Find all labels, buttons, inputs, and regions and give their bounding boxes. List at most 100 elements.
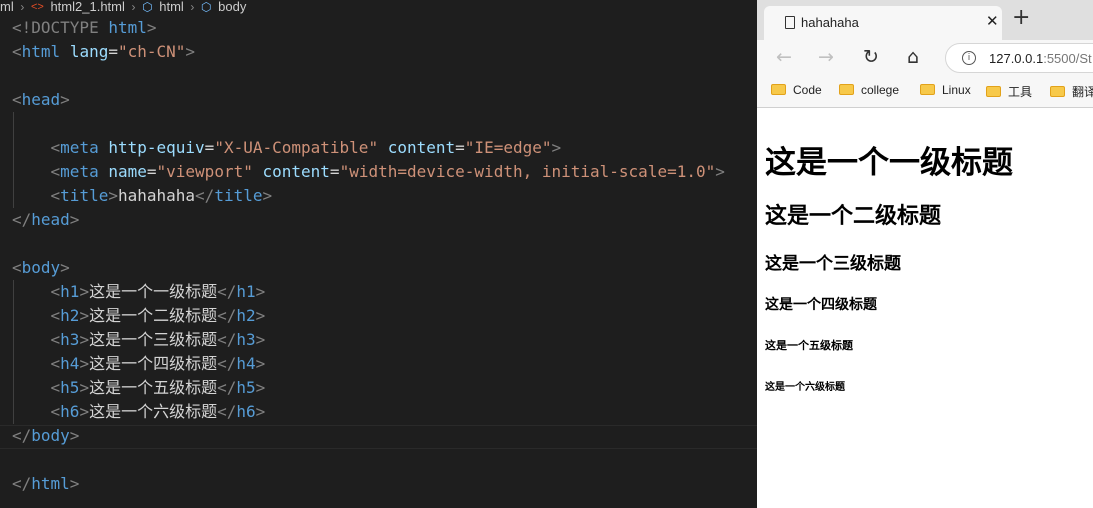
code-token: < [12,90,22,109]
code-token: h2 [236,306,256,325]
code-line[interactable]: <head> [12,88,725,112]
code-token: > [185,42,196,61]
code-editor[interactable]: ml › <> html2_1.html › ⬡ html › ⬡ body <… [0,0,757,508]
code-token: = [204,138,215,157]
code-line[interactable] [12,64,725,88]
code-token: > [79,330,90,349]
code-token: > [69,426,80,445]
code-line[interactable]: </html> [12,472,725,496]
breadcrumb-root[interactable]: ml [0,0,14,14]
code-line[interactable]: <html lang="ch-CN"> [12,40,725,64]
info-icon[interactable]: i [962,51,976,65]
code-token: "X-UA-Compatible" [214,138,379,157]
code-token: 这是一个三级标题 [89,330,218,349]
code-line[interactable]: <h5>这是一个五级标题</h5> [12,376,725,400]
code-token: = [108,42,118,61]
code-token: hahahaha [117,186,196,205]
back-arrow-icon[interactable]: ← [776,46,792,68]
code-line[interactable] [12,112,725,136]
code-line[interactable]: <!DOCTYPE html> [12,16,725,40]
code-token: h4 [60,354,80,373]
code-token: 这是一个四级标题 [89,354,218,373]
code-token: h4 [236,354,256,373]
code-token: 这是一个一级标题 [89,282,218,301]
bookmark-translate[interactable]: 翻译 [1050,83,1093,100]
code-token: < [12,42,22,61]
code-token: lang [69,42,109,61]
code-line[interactable]: <h1>这是一个一级标题</h1> [12,280,725,304]
bookmark-code[interactable]: Code [771,83,822,97]
code-token: h6 [236,402,256,421]
code-line[interactable]: <title>hahahaha</title> [12,184,725,208]
breadcrumb-html[interactable]: html [159,0,184,14]
code-line[interactable]: </head> [12,208,725,232]
reload-icon[interactable]: ↻ [863,46,879,68]
code-token: > [69,210,80,229]
folder-icon [1050,86,1065,97]
folder-icon [986,86,1001,97]
code-token: > [255,354,266,373]
code-line[interactable]: </body> [12,424,725,448]
code-line[interactable]: <h2>这是一个二级标题</h2> [12,304,725,328]
code-token: html [108,18,147,37]
browser-tab[interactable]: hahahaha ✕ [764,6,1002,40]
forward-arrow-icon[interactable]: → [818,46,834,68]
code-token: </ [217,402,237,421]
code-line[interactable]: <body> [12,256,725,280]
folder-icon [771,84,786,95]
code-token: < [12,258,22,277]
chevron-right-icon: › [131,0,136,14]
code-line[interactable] [12,232,725,256]
bookmarks-bar: Code college Linux 工具 翻译 [757,76,1093,108]
breadcrumb-body[interactable]: body [218,0,246,14]
bookmark-label: Code [793,83,822,97]
code-line[interactable]: <meta http-equiv="X-UA-Compatible" conte… [12,136,725,160]
code-area[interactable]: <!DOCTYPE html> <html lang="ch-CN"> <head>… [12,16,725,496]
code-token: h6 [60,402,80,421]
code-token: > [255,402,266,421]
bookmark-tools[interactable]: 工具 [986,83,1032,100]
address-bar[interactable]: i 127.0.0.1:5500/St [945,43,1093,73]
code-token: < [50,354,61,373]
code-line[interactable]: <h6>这是一个六级标题</h6> [12,400,725,424]
new-tab-button[interactable]: + [1012,7,1030,29]
breadcrumb-file[interactable]: html2_1.html [50,0,124,14]
code-token: "width=device-width, initial-scale=1.0" [339,162,716,181]
close-icon[interactable]: ✕ [986,12,999,30]
code-token: meta [60,162,99,181]
code-line[interactable]: <h3>这是一个三级标题</h3> [12,328,725,352]
code-line[interactable]: <h4>这是一个四级标题</h4> [12,352,725,376]
code-line[interactable]: <meta name="viewport" content="width=dev… [12,160,725,184]
code-token: 这是一个六级标题 [89,402,218,421]
code-token: 这是一个五级标题 [89,378,218,397]
code-token: < [50,282,61,301]
code-token: > [79,402,90,421]
bookmark-college[interactable]: college [839,83,899,97]
code-token: name [108,162,147,181]
code-token: content [387,138,456,157]
bookmark-linux[interactable]: Linux [920,83,971,97]
code-line[interactable] [12,448,725,472]
code-token: </ [195,186,215,205]
code-token: > [79,354,90,373]
heading-4: 这是一个四级标题 [765,297,877,313]
code-token: h2 [60,306,80,325]
code-token: > [255,378,266,397]
code-token: h5 [236,378,256,397]
code-token: < [50,378,61,397]
heading-2: 这是一个二级标题 [765,204,942,229]
code-token: 这是一个二级标题 [89,306,218,325]
code-token: </ [12,210,32,229]
home-icon[interactable]: ⌂ [907,46,919,68]
url-text[interactable]: 127.0.0.1:5500/St [989,51,1092,66]
html-file-icon: <> [30,1,44,13]
heading-3: 这是一个三级标题 [765,254,901,274]
code-token: body [31,426,70,445]
